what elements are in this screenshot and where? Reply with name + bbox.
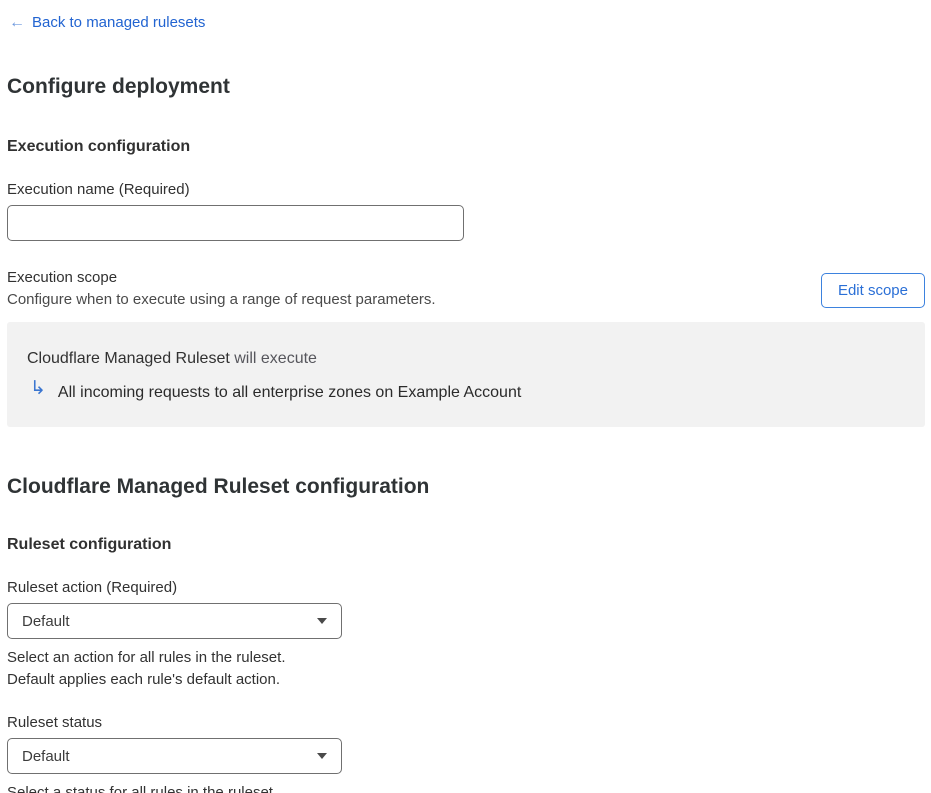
- ruleset-status-label: Ruleset status: [7, 714, 103, 731]
- ruleset-action-help-line1: Select an action for all rules in the ru…: [7, 649, 286, 666]
- execution-configuration-heading: Execution configuration: [7, 138, 191, 155]
- back-link-label: Back to managed rulesets: [32, 14, 206, 31]
- ruleset-action-selected-value: Default: [22, 612, 70, 630]
- execution-scope-description: Configure when to execute using a range …: [7, 291, 436, 308]
- ruleset-status-select[interactable]: Default: [7, 738, 342, 774]
- ruleset-configuration-title: Cloudflare Managed Ruleset configuration: [7, 475, 430, 498]
- will-execute-text: will execute: [229, 350, 317, 367]
- ruleset-action-label: Ruleset action (Required): [7, 579, 178, 596]
- back-arrow-icon: ←: [9, 14, 25, 31]
- ruleset-action-select[interactable]: Default: [7, 603, 342, 639]
- scope-summary-value-row: ↳ All incoming requests to all enterpris…: [27, 378, 905, 404]
- edit-scope-button[interactable]: Edit scope: [820, 273, 925, 308]
- execution-scope-row: Execution scope Configure when to execut…: [7, 267, 925, 311]
- execution-scope-text: Execution scope Configure when to execut…: [7, 267, 436, 311]
- page-title: Configure deployment: [7, 75, 230, 98]
- ruleset-name: Cloudflare Managed Ruleset: [27, 350, 230, 367]
- configure-deployment-page: ← Back to managed rulesets Configure dep…: [0, 0, 931, 793]
- chevron-down-icon: [317, 753, 327, 759]
- scope-summary-value: All incoming requests to all enterprise …: [57, 384, 522, 401]
- scope-summary-title: Cloudflare Managed Ruleset will execute: [27, 349, 905, 369]
- back-to-managed-rulesets-link[interactable]: ← Back to managed rulesets: [7, 12, 205, 33]
- ruleset-status-selected-value: Default: [22, 747, 70, 765]
- ruleset-configuration-subheading: Ruleset configuration: [7, 536, 172, 553]
- execution-scope-label: Execution scope: [7, 269, 118, 286]
- return-arrow-icon: ↳: [30, 378, 46, 399]
- ruleset-action-help-line2: Default applies each rule's default acti…: [7, 671, 281, 688]
- execution-name-input[interactable]: [7, 205, 464, 241]
- ruleset-action-help: Select an action for all rules in the ru…: [7, 647, 925, 691]
- ruleset-status-help: Select a status for all rules in the rul…: [7, 782, 925, 793]
- ruleset-status-help-line1: Select a status for all rules in the rul…: [7, 784, 278, 793]
- chevron-down-icon: [317, 618, 327, 624]
- scope-summary-panel: Cloudflare Managed Ruleset will execute …: [7, 322, 925, 427]
- execution-name-label: Execution name (Required): [7, 181, 190, 198]
